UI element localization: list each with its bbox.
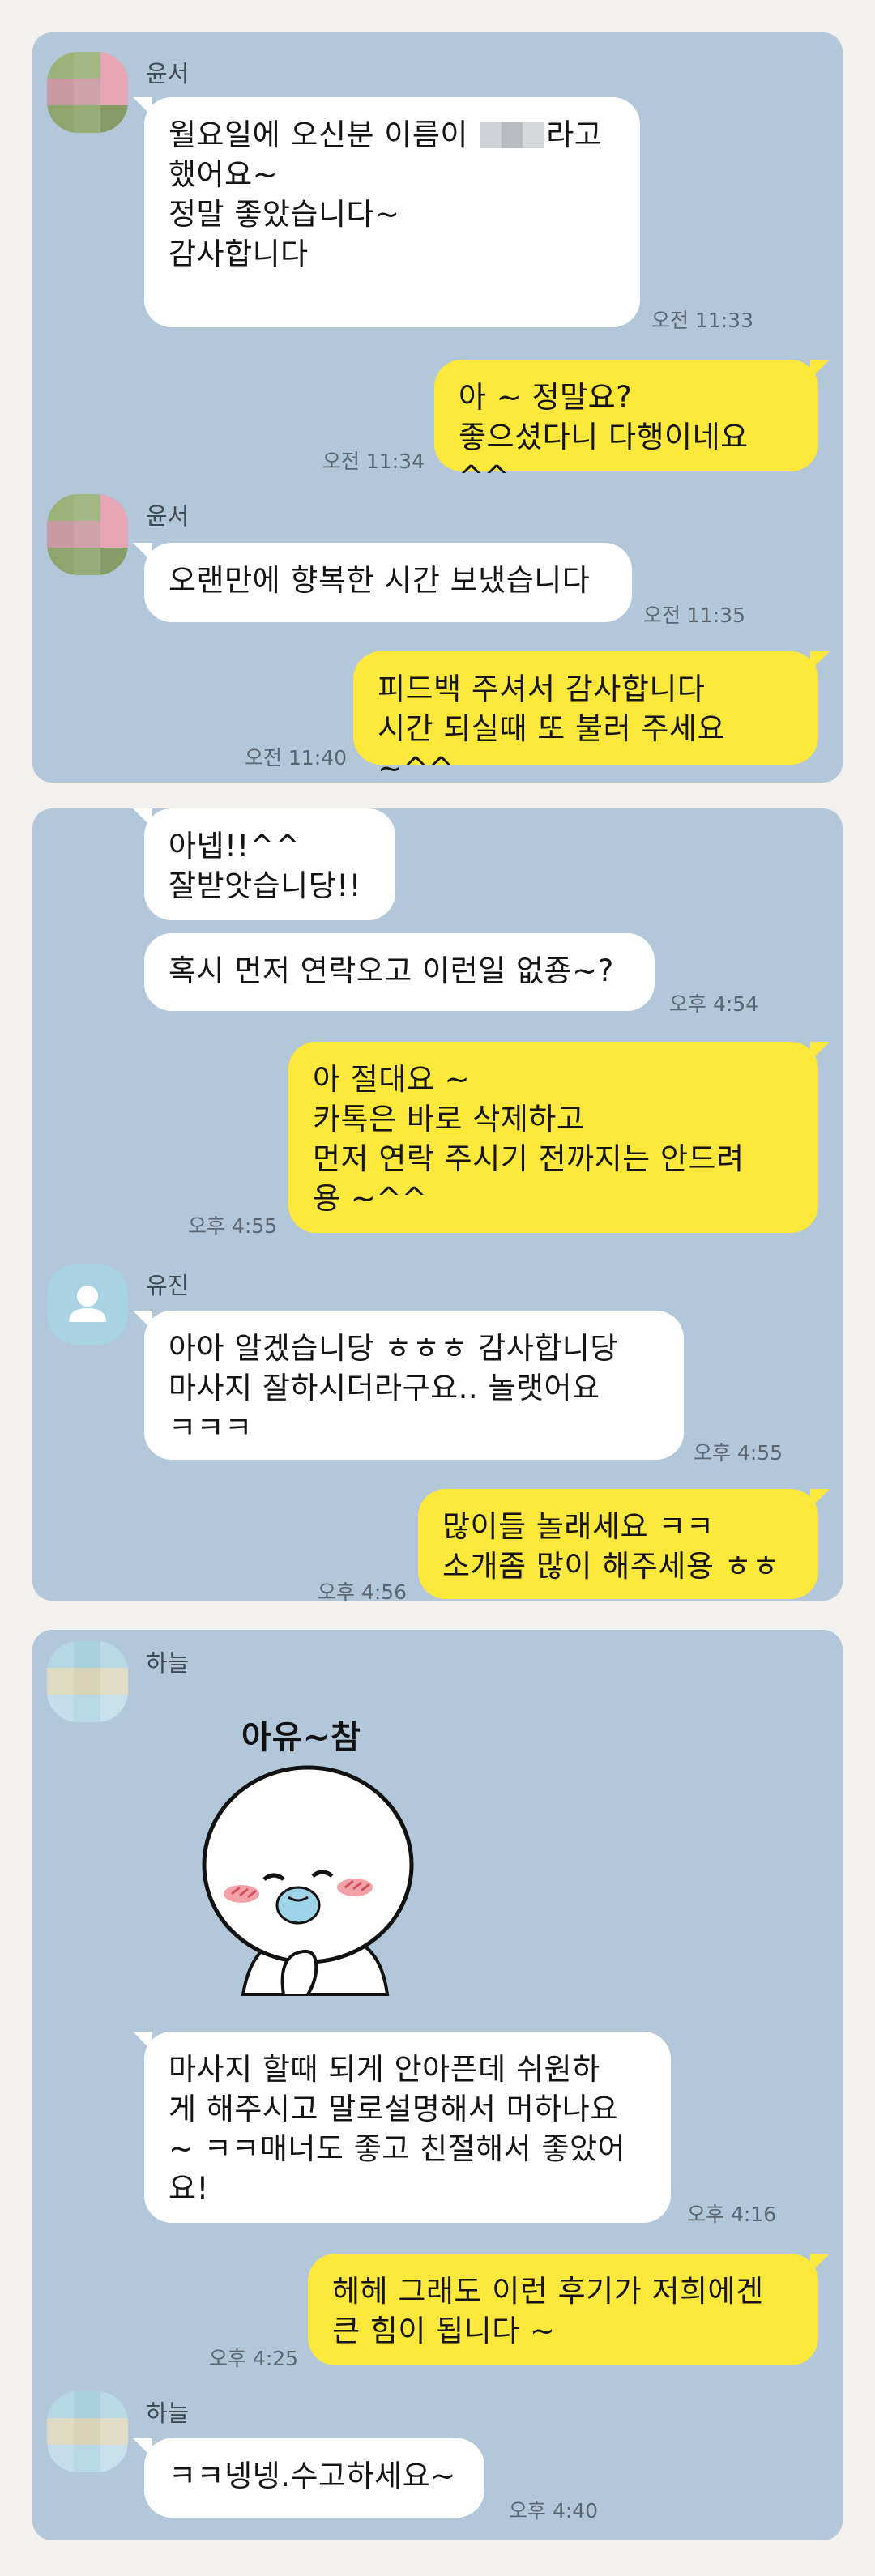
avatar-haneul[interactable]: [47, 1641, 128, 1722]
message-time: 오전 11:40: [245, 746, 347, 770]
emoticon-sticker[interactable]: [194, 1751, 438, 2011]
message-bubble-outgoing: 헤헤 그래도 이런 후기가 저희에겐 큰 힘이 됩니다 ~: [308, 2254, 830, 2365]
message-text: 월요일에 오신분 이름이: [169, 117, 479, 152]
message-time: 오전 11:35: [643, 603, 745, 627]
message-time: 오후 4:40: [509, 2499, 599, 2523]
message-time: 오후 4:55: [188, 1214, 278, 1238]
avatar-yujin[interactable]: [47, 1264, 128, 1345]
sender-name: 윤서: [146, 502, 190, 530]
avatar-yunseo[interactable]: [47, 52, 128, 133]
message-time: 오후 4:56: [318, 1580, 408, 1604]
message-bubble-outgoing: 아 절대요 ~ 카톡은 바로 삭제하고 먼저 연락 주시기 전까지는 안드려 용…: [288, 1042, 830, 1233]
message-bubble-outgoing: 아 ~ 정말요? 좋으셨다니 다행이네요 ^^: [434, 360, 830, 494]
message-bubble-incoming: ㅋㅋ넹넹.수고하세요~: [133, 2438, 484, 2518]
sender-name: 유진: [146, 1272, 190, 1299]
sender-name: 하늘: [146, 1649, 190, 1677]
message-bubble-incoming: 혹시 먼저 연락오고 이런일 없죵~?: [144, 933, 655, 1011]
message-bubble-outgoing: 피드백 주셔서 감사합니다 시간 되실때 또 불러 주세요 ~^^: [353, 651, 830, 786]
message-time: 오후 4:25: [209, 2347, 299, 2370]
message-bubble-outgoing: 많이들 놀래세요 ㅋㅋ 소개좀 많이 해주세용 ㅎㅎ: [418, 1489, 830, 1599]
message-time: 오전 11:33: [651, 309, 753, 332]
sender-name: 하늘: [146, 2399, 190, 2427]
chat-screenshot-3: 하늘 아유~참 마사지 할때 되게 안아픈데 쉬원하 게 해주시고 말로설명해서…: [32, 1630, 843, 2540]
message-bubble-incoming: 오랜만에 향복한 시간 보냈습니다: [133, 543, 632, 622]
avatar-yunseo[interactable]: [47, 494, 128, 575]
sender-name: 윤서: [146, 60, 190, 87]
chat-screenshot-2: 아넵!!^^ 잘받앗습니당!! 혹시 먼저 연락오고 이런일 없죵~? 오후 4…: [32, 808, 843, 1604]
message-time: 오후 4:16: [687, 2203, 777, 2226]
censored-name: [480, 122, 545, 148]
message-time: 오후 4:55: [694, 1441, 783, 1465]
message-time: 오후 4:54: [669, 992, 759, 1016]
message-time: 오전 11:34: [322, 450, 425, 473]
message-bubble-incoming: 아아 알겠습니당 ㅎㅎㅎ 감사합니당 마사지 잘하시더라구요.. 놀랫어요 ㅋㅋ…: [133, 1311, 684, 1460]
message-bubble-incoming: 아넵!!^^ 잘받앗습니당!!: [133, 808, 395, 920]
chat-screenshot-1: 윤서 월요일에 오신분 이름이 라고 했어요~ 정말 좋았습니다~ 감사합니다 …: [32, 32, 843, 786]
message-bubble-incoming: 마사지 할때 되게 안아픈데 쉬원하 게 해주시고 말로설명해서 머하나요 ~ …: [133, 2032, 671, 2223]
person-icon: [69, 1286, 106, 1322]
avatar-haneul[interactable]: [47, 2391, 128, 2472]
message-bubble-incoming: 월요일에 오신분 이름이 라고 했어요~ 정말 좋았습니다~ 감사합니다: [133, 97, 640, 327]
